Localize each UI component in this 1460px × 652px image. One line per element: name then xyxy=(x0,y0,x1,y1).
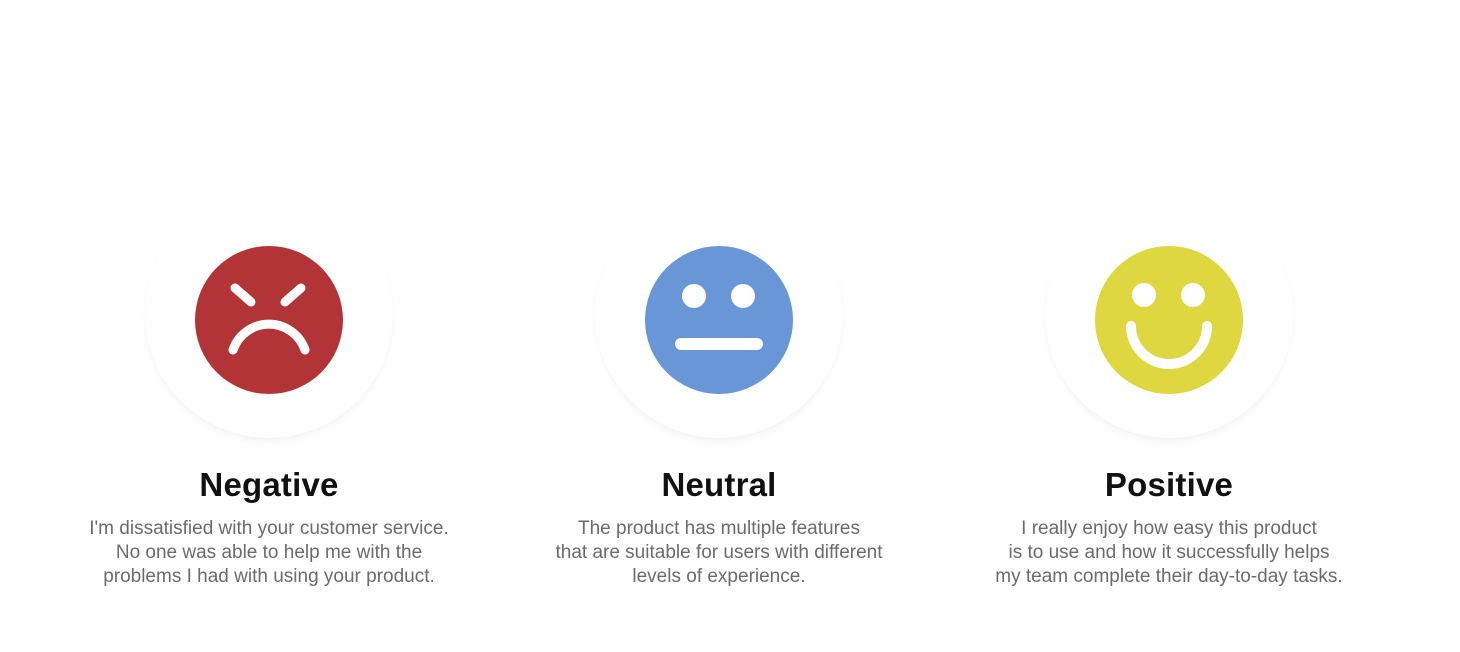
angry-face-icon[interactable] xyxy=(195,246,343,394)
neutral-face-icon[interactable] xyxy=(645,246,793,394)
option-description: I really enjoy how easy this product is … xyxy=(944,517,1394,589)
feedback-option-negative[interactable]: Negative I'm dissatisfied with your cust… xyxy=(44,190,494,610)
description-line: The product has multiple features xyxy=(578,518,860,539)
description-line: my team complete their day-to-day tasks. xyxy=(995,566,1343,587)
option-title: Neutral xyxy=(661,466,777,503)
description-line: is to use and how it successfully helps xyxy=(1008,542,1330,563)
description-line: levels of experience. xyxy=(632,566,806,587)
feedback-option-positive[interactable]: Positive I really enjoy how easy this pr… xyxy=(944,190,1394,610)
option-title: Positive xyxy=(1104,466,1234,503)
description-line: I'm dissatisfied with your customer serv… xyxy=(89,518,449,539)
smiling-face-icon[interactable] xyxy=(1095,246,1243,394)
description-line: No one was able to help me with the xyxy=(115,542,423,563)
option-description: I'm dissatisfied with your customer serv… xyxy=(44,517,494,589)
description-line: problems I had with using your product. xyxy=(103,566,435,587)
feedback-options: Negative I'm dissatisfied with your cust… xyxy=(0,0,1460,652)
description-line: that are suitable for users with differe… xyxy=(555,542,883,563)
feedback-option-neutral[interactable]: Neutral The product has multiple feature… xyxy=(494,190,944,610)
description-line: I really enjoy how easy this product xyxy=(1021,518,1317,539)
option-description: The product has multiple features that a… xyxy=(494,517,944,589)
option-title: Negative xyxy=(199,466,339,503)
